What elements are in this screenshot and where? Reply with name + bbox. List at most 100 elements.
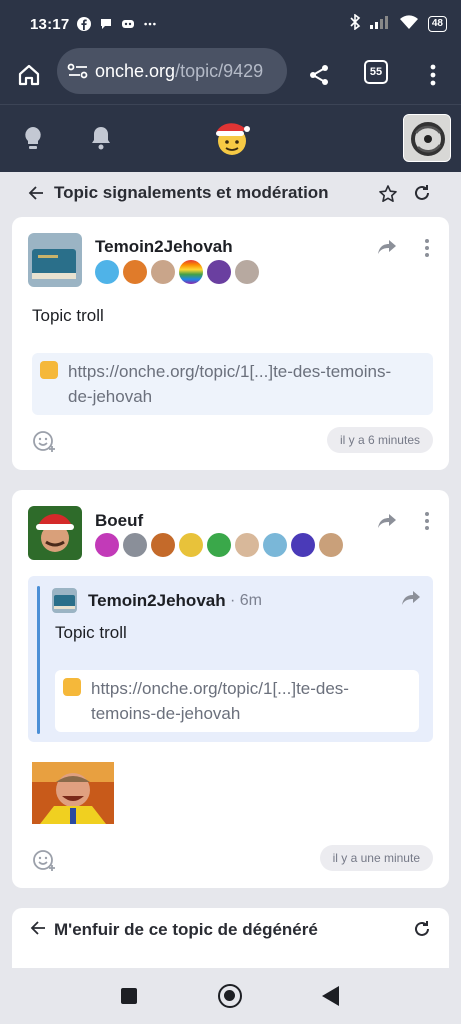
- url-host: onche.org: [95, 60, 176, 81]
- badge-creature-icon[interactable]: [207, 260, 231, 284]
- add-reaction-button[interactable]: [32, 429, 56, 458]
- bulb-icon: [25, 127, 41, 149]
- badge-face-icon[interactable]: [151, 260, 175, 284]
- dots-icon: [425, 239, 429, 257]
- wifi-icon: [399, 14, 419, 34]
- sticker-image[interactable]: [32, 762, 114, 824]
- quote-share-button[interactable]: [401, 590, 421, 611]
- quote-bar: [37, 586, 40, 734]
- author-avatar[interactable]: [28, 506, 82, 560]
- forward-arrow-icon: [378, 240, 396, 254]
- add-reaction-button[interactable]: [32, 848, 56, 877]
- browser-share-button[interactable]: [302, 58, 336, 92]
- post-author[interactable]: Temoin2Jehovah: [95, 237, 233, 257]
- next-topic-back-button[interactable]: [30, 920, 46, 941]
- post-time: il y a 6 minutes: [326, 427, 433, 453]
- quoted-author-avatar[interactable]: [52, 588, 77, 613]
- post-share-button[interactable]: [377, 513, 397, 534]
- back-nav-button[interactable]: [322, 986, 339, 1006]
- notifications-button[interactable]: [90, 125, 112, 156]
- forward-arrow-icon: [402, 591, 420, 605]
- refresh-icon: [415, 185, 429, 200]
- badge-rooster-icon[interactable]: [123, 260, 147, 284]
- link-line-2: de-jehovah: [68, 387, 153, 406]
- santa-smiley-logo-icon: [216, 123, 250, 155]
- url-bar[interactable]: onche.org/topic/9429: [57, 48, 287, 94]
- quoted-time-separator: ·: [230, 592, 236, 609]
- system-nav-bar: [0, 968, 461, 1024]
- post-author[interactable]: Boeuf: [95, 511, 143, 531]
- bulb-button[interactable]: [22, 125, 44, 156]
- home-icon: [18, 64, 40, 86]
- badge-man-icon[interactable]: [319, 533, 343, 557]
- chat-icon: [99, 17, 113, 31]
- post-card: Boeuf Temoin2Jehovah · 6m Topic troll ht…: [12, 490, 449, 888]
- menu-icon: [430, 64, 436, 86]
- more-notifications-icon: [143, 17, 157, 31]
- quoted-time: · 6m: [230, 592, 262, 610]
- book-avatar-icon: [52, 588, 77, 613]
- post-options-button[interactable]: [425, 512, 429, 535]
- book-avatar-icon: [28, 233, 82, 287]
- browser-toolbar: onche.org/topic/9429 55: [0, 48, 461, 104]
- favorite-button[interactable]: [378, 184, 398, 209]
- forward-arrow-icon: [378, 514, 396, 528]
- post-card: Temoin2Jehovah Topic troll https://onche…: [12, 217, 449, 470]
- laughing-man-sticker-icon: [32, 762, 114, 824]
- next-topic-refresh-button[interactable]: [413, 920, 431, 943]
- dots-icon: [425, 512, 429, 530]
- badge-moon-icon[interactable]: [291, 533, 315, 557]
- quoted-post[interactable]: Temoin2Jehovah · 6m Topic troll https://…: [28, 576, 433, 742]
- quoted-author[interactable]: Temoin2Jehovah: [88, 591, 226, 611]
- author-badges: [95, 533, 343, 557]
- bell-icon: [92, 127, 110, 150]
- status-time: 13:17: [30, 15, 70, 33]
- badge-smiley-icon[interactable]: [179, 533, 203, 557]
- browser-menu-button[interactable]: [418, 58, 448, 92]
- site-header: [0, 104, 461, 172]
- post-link[interactable]: https://onche.org/topic/1[...]te-des-tem…: [32, 353, 433, 415]
- badge-drink-icon[interactable]: [207, 533, 231, 557]
- badge-beast-icon[interactable]: [235, 260, 259, 284]
- next-topic-card: M'enfuir de ce topic de dégénéré: [12, 908, 449, 970]
- dragon-avatar-icon: [404, 115, 450, 161]
- back-arrow-icon: [30, 921, 45, 935]
- badge-spiral-icon[interactable]: [95, 533, 119, 557]
- post-time: il y a une minute: [319, 845, 433, 871]
- badge-stars-icon[interactable]: [95, 260, 119, 284]
- topic-title: Topic signalements et modération: [54, 183, 329, 202]
- topic-header: Topic signalements et modération: [0, 172, 461, 216]
- back-arrow-icon: [28, 186, 43, 200]
- author-avatar[interactable]: [28, 233, 82, 287]
- onche-logo-icon: [63, 678, 81, 696]
- badge-old-man-icon[interactable]: [235, 533, 259, 557]
- signal-icon: [369, 15, 390, 33]
- badge-dog-icon[interactable]: [263, 533, 287, 557]
- post-share-button[interactable]: [377, 239, 397, 260]
- refresh-icon: [415, 921, 429, 936]
- home-button[interactable]: [12, 58, 46, 92]
- user-avatar[interactable]: [403, 114, 451, 162]
- refresh-button[interactable]: [413, 184, 431, 207]
- tabs-button[interactable]: 55: [364, 60, 388, 84]
- quoted-time-value: 6m: [239, 592, 263, 609]
- home-nav-button[interactable]: [218, 984, 242, 1008]
- bluetooth-icon: [349, 13, 361, 34]
- next-topic-title[interactable]: M'enfuir de ce topic de dégénéré: [54, 920, 318, 940]
- site-logo[interactable]: [212, 119, 250, 157]
- quoted-link[interactable]: https://onche.org/topic/1[...]te-des- te…: [55, 670, 419, 732]
- status-bar: 13:17 48: [0, 0, 461, 48]
- badge-portrait-icon[interactable]: [123, 533, 147, 557]
- badge-figure-icon[interactable]: [151, 533, 175, 557]
- link-line-2: temoins-de-jehovah: [91, 704, 241, 723]
- badge-rainbow-icon[interactable]: [179, 260, 203, 284]
- recents-button[interactable]: [121, 988, 137, 1004]
- url-path: /topic/9429: [175, 60, 264, 81]
- topic-back-button[interactable]: [28, 185, 44, 206]
- post-options-button[interactable]: [425, 239, 429, 262]
- site-settings-icon[interactable]: [67, 62, 89, 80]
- share-icon: [310, 65, 328, 85]
- link-line-1: https://onche.org/topic/1[...]te-des-: [91, 679, 349, 698]
- battery-indicator: 48: [427, 16, 447, 32]
- santa-man-avatar-icon: [28, 506, 82, 560]
